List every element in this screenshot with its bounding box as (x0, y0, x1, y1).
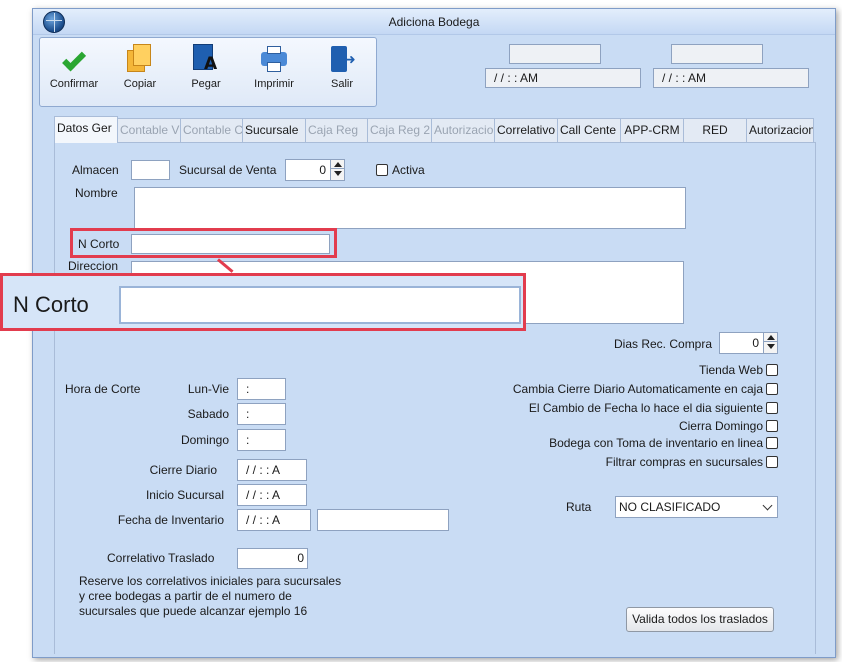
tab-autorizacion-1[interactable]: Autorizacio (431, 118, 495, 142)
tab-caja-reg[interactable]: Caja Reg (305, 118, 368, 142)
cambia-cierre-checkbox[interactable] (766, 383, 778, 395)
correlativo-traslado-label: Correlativo Traslado (107, 551, 215, 565)
header-field-1[interactable] (509, 44, 601, 64)
chevron-down-icon (762, 500, 773, 511)
fecha-inventario-input[interactable]: / / : : A (237, 509, 311, 531)
nombre-label: Nombre (75, 186, 118, 200)
header-datetime-2[interactable]: / / : : AM (653, 68, 809, 88)
cambio-fecha-label: El Cambio de Fecha lo hace el dia siguie… (528, 401, 763, 415)
spin-arrows-icon[interactable] (763, 333, 777, 353)
almacen-input[interactable] (131, 160, 170, 180)
header-datetime-1[interactable]: / / : : AM (485, 68, 641, 88)
almacen-label: Almacen (72, 163, 119, 177)
domingo-label: Domingo (180, 433, 229, 447)
cambio-fecha-checkbox[interactable] (766, 402, 778, 414)
salir-button[interactable]: ➜ Salir (312, 42, 372, 104)
imprimir-button[interactable]: Imprimir (244, 42, 304, 104)
correlativo-traslado-input[interactable]: 0 (237, 548, 308, 569)
tab-call-center[interactable]: Call Cente (557, 118, 621, 142)
tab-autorizacion-2[interactable]: Autorizacion (746, 118, 814, 142)
header-field-2[interactable] (671, 44, 763, 64)
exit-icon: ➜ (326, 44, 358, 74)
sucursal-venta-label: Sucursal de Venta (179, 163, 277, 177)
toma-inventario-label: Bodega con Toma de inventario en linea (549, 436, 763, 450)
ruta-select[interactable]: NO CLASIFICADO (615, 496, 778, 518)
inicio-sucursal-label: Inicio Sucursal (145, 488, 224, 502)
pegar-button[interactable]: A Pegar (176, 42, 236, 104)
zoom-ncorto-input (119, 286, 521, 324)
copiar-button[interactable]: Copiar (110, 42, 170, 104)
tab-bar: Datos Ger Contable V Contable C Sucursal… (54, 116, 838, 143)
cierre-diario-input[interactable]: / / : : A (237, 459, 307, 481)
sabado-label: Sabado (187, 407, 229, 421)
note-line-1: Reserve los correlativos iniciales para … (79, 574, 342, 588)
toma-inventario-checkbox[interactable] (766, 437, 778, 449)
valida-traslados-button[interactable]: Valida todos los traslados (626, 607, 774, 632)
ncorto-input[interactable] (131, 234, 330, 254)
cierre-diario-label: Cierre Diario (149, 463, 217, 477)
note-line-2: y cree bodegas a partir de el numero de (79, 589, 292, 603)
nombre-input[interactable] (134, 187, 686, 229)
tab-datos-generales[interactable]: Datos Ger (54, 116, 118, 143)
confirmar-button[interactable]: Confirmar (44, 42, 104, 104)
title-bar: Adiciona Bodega (33, 9, 835, 35)
tienda-web-label: Tienda Web (698, 363, 763, 377)
direccion-label: Direccion (68, 259, 119, 273)
tab-contable-c[interactable]: Contable C (180, 118, 243, 142)
dias-rec-compra-stepper[interactable]: 0 (719, 332, 778, 354)
tab-app-crm[interactable]: APP-CRM (620, 118, 684, 142)
window-title: Adiciona Bodega (388, 15, 480, 29)
lun-vie-input[interactable]: : (237, 378, 286, 400)
copy-icon (124, 44, 156, 74)
activa-checkbox[interactable] (376, 164, 388, 176)
filtrar-compras-label: Filtrar compras en sucursales (605, 455, 763, 469)
activa-label: Activa (392, 163, 425, 177)
inicio-sucursal-input[interactable]: / / : : A (237, 484, 307, 506)
fecha-inventario-extra-input[interactable] (317, 509, 449, 531)
ncorto-label: N Corto (78, 237, 120, 251)
toolbar: Confirmar Copiar A Pegar Imprimir ➜ Sali… (39, 37, 377, 107)
zoom-ncorto-label: N Corto (13, 292, 89, 317)
tab-contable-v[interactable]: Contable V (117, 118, 181, 142)
note-line-3: sucursales que puede alcanzar ejemplo 16 (79, 604, 308, 618)
lun-vie-label: Lun-Vie (187, 382, 229, 396)
ruta-label: Ruta (566, 500, 592, 514)
ncorto-zoom-callout: N Corto (0, 273, 526, 331)
domingo-input[interactable]: : (237, 429, 286, 451)
tab-caja-reg-2[interactable]: Caja Reg 2 (367, 118, 432, 142)
tienda-web-checkbox[interactable] (766, 364, 778, 376)
cambia-cierre-label: Cambia Cierre Diario Automaticamente en … (512, 382, 763, 396)
cierra-domingo-checkbox[interactable] (766, 420, 778, 432)
sabado-input[interactable]: : (237, 403, 286, 425)
check-icon (62, 47, 87, 72)
cierra-domingo-label: Cierra Domingo (678, 419, 763, 433)
tab-red[interactable]: RED (683, 118, 747, 142)
printer-icon (258, 44, 290, 74)
spin-arrows-icon[interactable] (330, 160, 344, 180)
fecha-inventario-label: Fecha de Inventario (117, 513, 224, 527)
sucursal-venta-stepper[interactable]: 0 (285, 159, 345, 181)
filtrar-compras-checkbox[interactable] (766, 456, 778, 468)
hora-corte-label: Hora de Corte (65, 382, 141, 396)
tab-sucursales[interactable]: Sucursale (242, 118, 306, 142)
paste-icon: A (190, 44, 222, 74)
dias-rec-compra-label: Dias Rec. Compra (614, 337, 713, 351)
tab-correlativo[interactable]: Correlativo (494, 118, 558, 142)
